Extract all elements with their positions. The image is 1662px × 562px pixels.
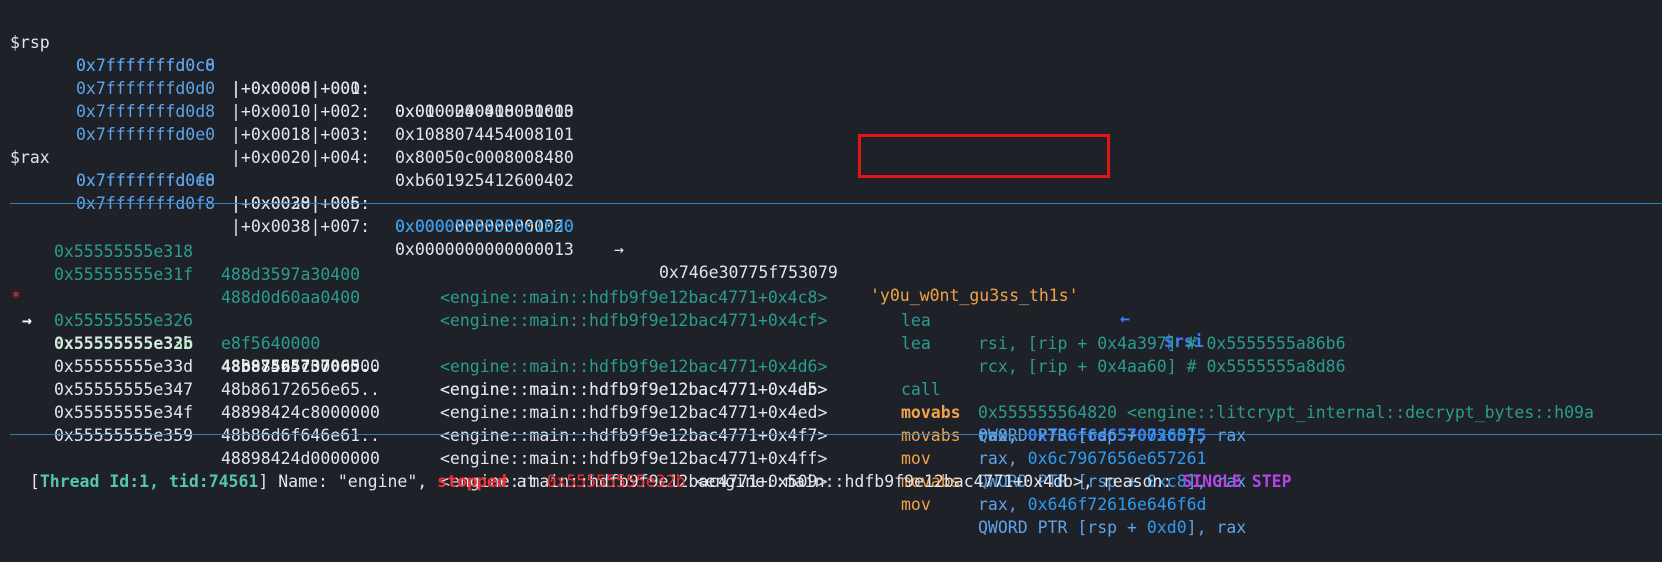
instruction-bytes: 48b86d6f646e61.. xyxy=(221,426,380,445)
instruction-mnemonic: lea xyxy=(901,334,931,353)
stack-address[interactable]: 0x7fffffffd0f0 xyxy=(76,169,215,192)
stack-offset: |+0x0010|+002: xyxy=(231,102,371,121)
instruction-address[interactable]: 0x55555555e347 xyxy=(54,378,193,401)
instruction-operands: rcx, [rip + 0x4aa60] # 0x5555555a8d86 xyxy=(978,357,1346,376)
code-row[interactable]: 0x55555555e318 488d3597a30400 <engine::m… xyxy=(0,217,1346,353)
code-row[interactable]: 0x55555555e33d 48b86172656e65.. <engine:… xyxy=(0,332,1206,468)
bracket-open: [ xyxy=(29,472,40,491)
instruction-address[interactable]: 0x55555555e359 xyxy=(54,424,193,447)
section-divider xyxy=(10,203,1662,204)
stack-address[interactable]: 0x7fffffffd0d0 xyxy=(76,77,215,100)
operand-immediate: 0x646f72616e646f6d xyxy=(1027,495,1207,514)
left-arrow-icon: ← xyxy=(1120,309,1130,328)
instruction-symbol: <engine::main::hdfb9f9e12bac4771+0x4e5> xyxy=(440,380,828,399)
instruction-mnemonic: mov xyxy=(901,495,931,514)
operand-memory: QWORD PTR [rsp + xyxy=(978,518,1147,537)
operand-memory: QWORD PTR [rsp + xyxy=(978,426,1147,445)
instruction-bytes: e8f5640000 xyxy=(221,334,321,353)
instruction-address[interactable]: 0x55555555e335 xyxy=(54,332,193,355)
instruction-address[interactable]: 0x55555555e326 xyxy=(54,309,193,332)
code-row-current[interactable]: → 0x55555555e32b 48b87565737065.. <engin… xyxy=(0,286,1206,445)
thread-at: at xyxy=(506,472,547,491)
instruction-mnemonic: mov xyxy=(901,403,931,422)
operand-register: rax, xyxy=(978,495,1028,514)
thread-name: ] Name: "engine", xyxy=(258,472,438,491)
thread-stop-address[interactable]: 0x55555555e32b xyxy=(546,472,685,491)
code-row[interactable]: 0x55555555e347 48898424c8000000 <engine:… xyxy=(0,355,1246,491)
stack-offset: |+0x0018|+003: xyxy=(231,125,371,144)
stack-offset: |+0x0008|+001: xyxy=(231,79,371,98)
stack-row: 0x7fffffffd0d0 |+0x0010|+002: 0x10880744… xyxy=(0,54,574,144)
instruction-address[interactable]: 0x55555555e33d xyxy=(54,355,193,378)
instruction-symbol: <engine::main::hdfb9f9e12bac4771+0x4d6> xyxy=(440,357,828,376)
instruction-bytes: 488d3597a30400 xyxy=(221,265,361,284)
instruction-bytes: 488d0d60aa0400 xyxy=(221,288,361,307)
instruction-bytes: 48898424c0000000 xyxy=(221,357,380,376)
instruction-address[interactable]: 0x55555555e31f xyxy=(54,263,193,286)
instruction-symbol: <engine::main::hdfb9f9e12bac4771+0x4f7> xyxy=(440,426,828,445)
section-divider xyxy=(10,434,1662,435)
stack-value[interactable]: 0xb601925412600402 xyxy=(395,169,574,192)
instruction-address[interactable]: 0x55555555e34f xyxy=(54,401,193,424)
stack-row: $rsp 0x7fffffffd0c0 |+0x0000|+000: 0x000… xyxy=(0,8,574,121)
thread-state: stopped xyxy=(437,472,507,491)
stack-address[interactable]: 0x7fffffffd0e0 xyxy=(76,123,215,146)
instruction-operands: rax, 0x646f72616e646f6d xyxy=(978,493,1206,516)
instruction-operands: QWORD PTR [rsp + 0xd0], rax xyxy=(978,516,1246,539)
operand-immediate: 0xc0 xyxy=(1146,426,1187,445)
stack-row: 0x7fffffffd0f0 |+0x0030|+006: 0x00005555… xyxy=(0,146,1204,351)
code-row[interactable]: 0x55555555e359 48898424d0000000 <engine:… xyxy=(0,401,1246,537)
instruction-operands: rsi, [rip + 0x4a397] # 0x5555555a86b6 xyxy=(978,334,1346,353)
instruction-symbol: <engine::main::hdfb9f9e12bac4771+0x4cf> xyxy=(440,311,828,330)
stack-value[interactable]: 0x0000000000000013 xyxy=(395,238,574,261)
stop-reason: SINGLE STEP xyxy=(1182,472,1292,491)
stack-offset: |+0x0038|+007: xyxy=(231,217,371,236)
operand-immediate: 0xd0 xyxy=(1146,518,1187,537)
highlight-box xyxy=(858,134,1110,178)
code-row[interactable]: * 0x55555555e326 e8f5640000 <engine::mai… xyxy=(0,263,1594,422)
instruction-bytes: 48b86172656e65.. xyxy=(221,380,380,399)
stack-value[interactable]: 0x80050c0008008480 xyxy=(395,146,574,169)
code-row[interactable]: 0x55555555e31f 488d0d60aa0400 <engine::m… xyxy=(0,240,1346,376)
stack-row: 0x7fffffffd0d8 |+0x0018|+003: 0x80050c00… xyxy=(0,77,574,167)
thread-status-line: [Thread Id:1, tid:74561] Name: "engine",… xyxy=(10,447,1292,491)
stack-row: 0x7fffffffd0c8 |+0x0008|+001: 0x01002404… xyxy=(0,31,574,121)
instruction-symbol: <engine::main::hdfb9f9e12bac4771+0x4ed> xyxy=(440,403,828,422)
stack-pointer-value[interactable]: 0x00005555555c1bd0 xyxy=(395,215,574,238)
instruction-mnemonic: lea xyxy=(901,311,931,330)
instruction-operands: 0x555555564820 <engine::litcrypt_interna… xyxy=(978,403,1594,422)
instruction-mnemonic: movabs xyxy=(901,426,961,445)
instruction-bytes: 48898424c8000000 xyxy=(221,403,380,422)
instruction-mnemonic: call xyxy=(901,380,941,399)
deref-arrow-icon: → xyxy=(614,240,624,259)
operand-tail: ], rax xyxy=(1186,518,1247,537)
instruction-symbol: <engine::main::hdfb9f9e12bac4771+0x4c8> xyxy=(440,288,828,307)
stack-value[interactable]: 0x1088074454008101 xyxy=(395,123,574,146)
instruction-address[interactable]: 0x55555555e318 xyxy=(54,240,193,263)
stack-address[interactable]: 0x7fffffffd0c8 xyxy=(76,54,215,77)
operand-tail: ], rax xyxy=(1186,426,1247,445)
thread-id[interactable]: Thread Id:1, tid:74561 xyxy=(40,472,259,491)
stack-offset: |+0x0020|+004: xyxy=(231,148,371,167)
stack-row: $rax 0x7fffffffd0e8 |+0x0028|+005: 0x000… xyxy=(0,123,574,236)
code-row[interactable]: 0x55555555e335 48898424c0000000 <engine:… xyxy=(0,309,1246,445)
stack-row: 0x7fffffffd0e0 |+0x0020|+004: 0xb6019254… xyxy=(0,100,574,190)
stack-value[interactable]: 0x0100240418031c13 xyxy=(395,100,574,123)
instruction-operands: QWORD PTR [rsp + 0xc0], rax xyxy=(978,424,1246,447)
deref-value[interactable]: 0x746e30775f753079 xyxy=(659,261,838,284)
stack-row: 0x7fffffffd0f8 |+0x0038|+007: 0x00000000… xyxy=(0,169,574,259)
string-value[interactable]: 'y0u_w0nt_gu3ss_th1s' xyxy=(870,284,1079,307)
thread-stop-symbol: <engine::main::hdfb9f9e12bac4771+0x4db>,… xyxy=(685,472,1183,491)
stack-address[interactable]: 0x7fffffffd0d8 xyxy=(76,100,215,123)
code-row[interactable]: 0x55555555e34f 48b86d6f646e61.. <engine:… xyxy=(0,378,1206,514)
